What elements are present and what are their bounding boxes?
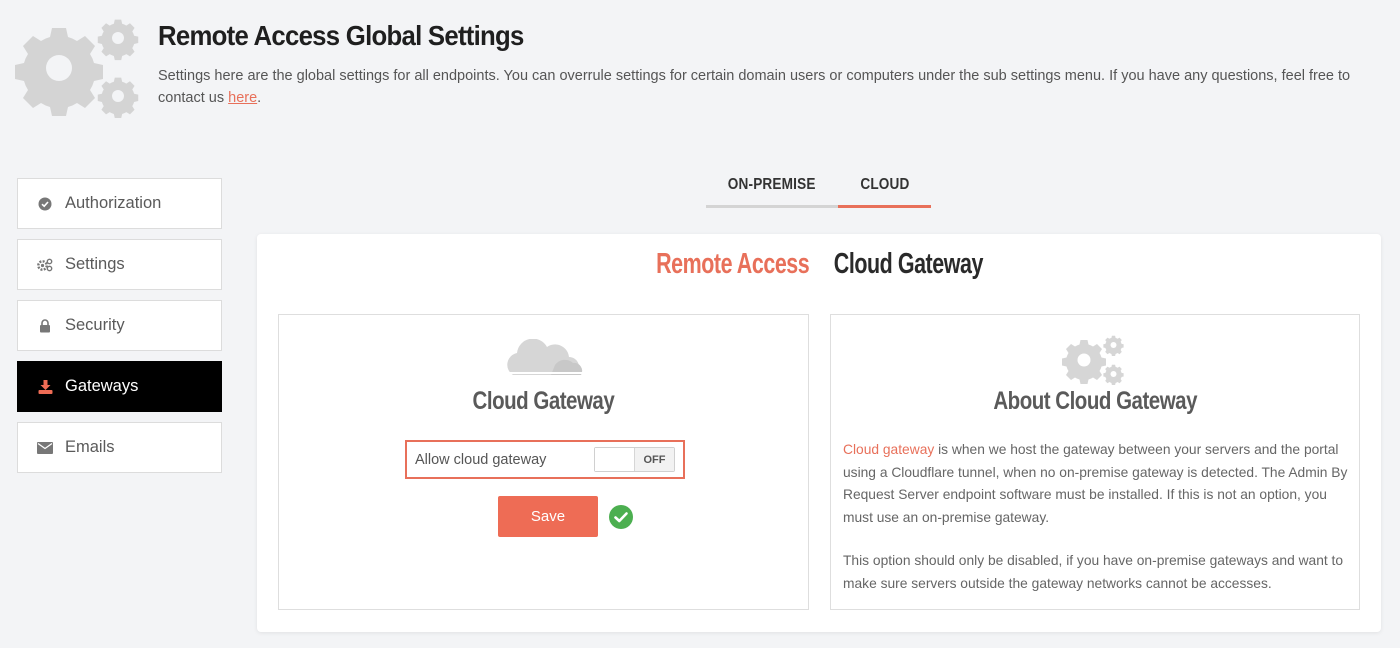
sidebar-item-authorization[interactable]: Authorization xyxy=(17,178,222,229)
check-circle-icon xyxy=(609,505,633,529)
about-paragraph-2: This option should only be disabled, if … xyxy=(843,553,1344,591)
tab-on-premise[interactable]: ON-PREMISE xyxy=(706,168,838,208)
sidebar-item-emails[interactable]: Emails xyxy=(17,422,222,473)
sidebar-item-security[interactable]: Security xyxy=(17,300,222,351)
about-paragraph-1: Cloud gateway is when we host the gatewa… xyxy=(843,439,1353,529)
description-text: Settings here are the global settings fo… xyxy=(158,68,1351,106)
page-title: Remote Access Global Settings xyxy=(158,20,524,51)
tab-label: CLOUD xyxy=(859,176,910,193)
about-highlight: Cloud gateway xyxy=(843,442,935,457)
sidebar-item-label: Settings xyxy=(65,255,125,273)
sidebar-nav: Authorization Settings Security Gateways… xyxy=(17,178,222,483)
tab-label: ON-PREMISE xyxy=(728,176,816,193)
sidebar-item-label: Security xyxy=(65,316,125,334)
description-end: . xyxy=(257,90,262,106)
card-title: Remote Access Cloud Gateway xyxy=(257,248,1381,281)
card-title-accent: Remote Access xyxy=(655,248,810,280)
gears-icon xyxy=(1062,335,1124,385)
about-cloud-gateway-panel: About Cloud Gateway Cloud gateway is whe… xyxy=(830,314,1360,610)
cloud-gateway-card: Remote Access Cloud Gateway Cloud Gatewa… xyxy=(257,234,1381,632)
lock-icon xyxy=(37,318,53,334)
cloud-icon xyxy=(503,339,585,375)
tab-cloud[interactable]: CLOUD xyxy=(838,168,931,208)
panel-heading: About Cloud Gateway xyxy=(993,387,1197,415)
sidebar-item-label: Authorization xyxy=(65,194,162,212)
sidebar-item-label: Gateways xyxy=(65,377,139,395)
gears-icon xyxy=(15,19,139,118)
page-description: Settings here are the global settings fo… xyxy=(158,65,1390,109)
check-circle-icon xyxy=(37,196,53,212)
save-button[interactable]: Save xyxy=(498,496,598,537)
sidebar-item-label: Emails xyxy=(65,438,115,456)
cloud-gateway-panel: Cloud Gateway Allow cloud gateway OFF Sa… xyxy=(278,314,809,610)
page-header: Remote Access Global Settings Settings h… xyxy=(0,0,1400,130)
contact-link[interactable]: here xyxy=(228,90,257,106)
gears-icon xyxy=(37,257,53,273)
about-description: Cloud gateway is when we host the gatewa… xyxy=(843,439,1353,595)
gateway-tabs: ON-PREMISE CLOUD xyxy=(706,168,931,208)
allow-cloud-gateway-toggle[interactable]: OFF xyxy=(594,447,675,472)
download-icon xyxy=(37,379,53,395)
sidebar-item-gateways[interactable]: Gateways xyxy=(17,361,222,412)
toggle-state: OFF xyxy=(635,448,674,471)
panel-heading: Cloud Gateway xyxy=(472,387,615,415)
allow-cloud-gateway-row: Allow cloud gateway OFF xyxy=(405,440,685,479)
envelope-icon xyxy=(37,440,53,456)
toggle-label: Allow cloud gateway xyxy=(415,451,547,468)
sidebar-item-settings[interactable]: Settings xyxy=(17,239,222,290)
toggle-knob xyxy=(595,448,635,471)
card-title-rest: Cloud Gateway xyxy=(833,248,983,280)
